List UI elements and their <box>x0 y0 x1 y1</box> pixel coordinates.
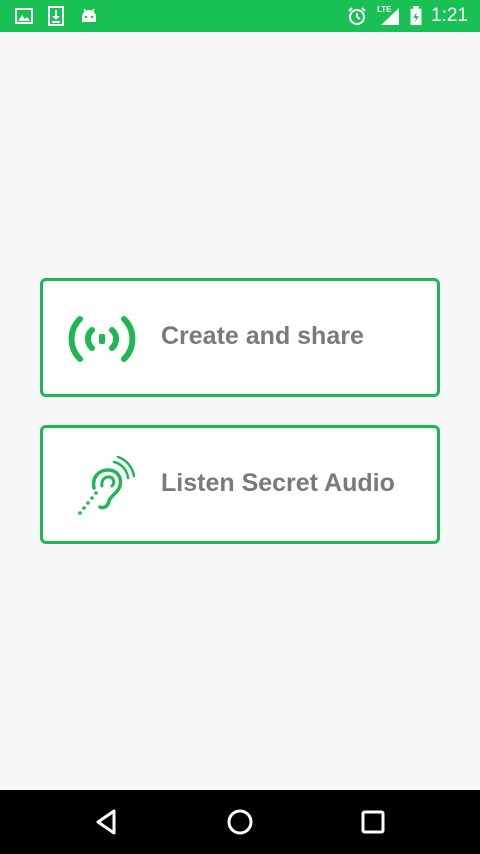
status-bar: LTE 1:21 <box>0 0 480 32</box>
android-icon <box>82 8 96 22</box>
back-icon[interactable] <box>91 806 123 838</box>
recents-icon[interactable] <box>357 806 389 838</box>
listen-secret-audio-label: Listen Secret Audio <box>161 469 395 497</box>
battery-charging-icon <box>410 6 422 26</box>
create-and-share-button[interactable]: Create and share <box>40 278 440 397</box>
alarm-icon <box>348 7 366 25</box>
create-and-share-label: Create and share <box>161 322 364 350</box>
hearing-icon <box>78 456 136 515</box>
broadcast-icon <box>68 316 136 362</box>
signal-icon <box>381 8 399 25</box>
home-icon[interactable] <box>224 806 256 838</box>
navigation-bar <box>0 790 480 854</box>
clock: 1:21 <box>431 5 468 26</box>
listen-secret-audio-button[interactable]: Listen Secret Audio <box>40 425 440 544</box>
image-icon <box>15 8 33 24</box>
download-icon <box>48 6 64 26</box>
